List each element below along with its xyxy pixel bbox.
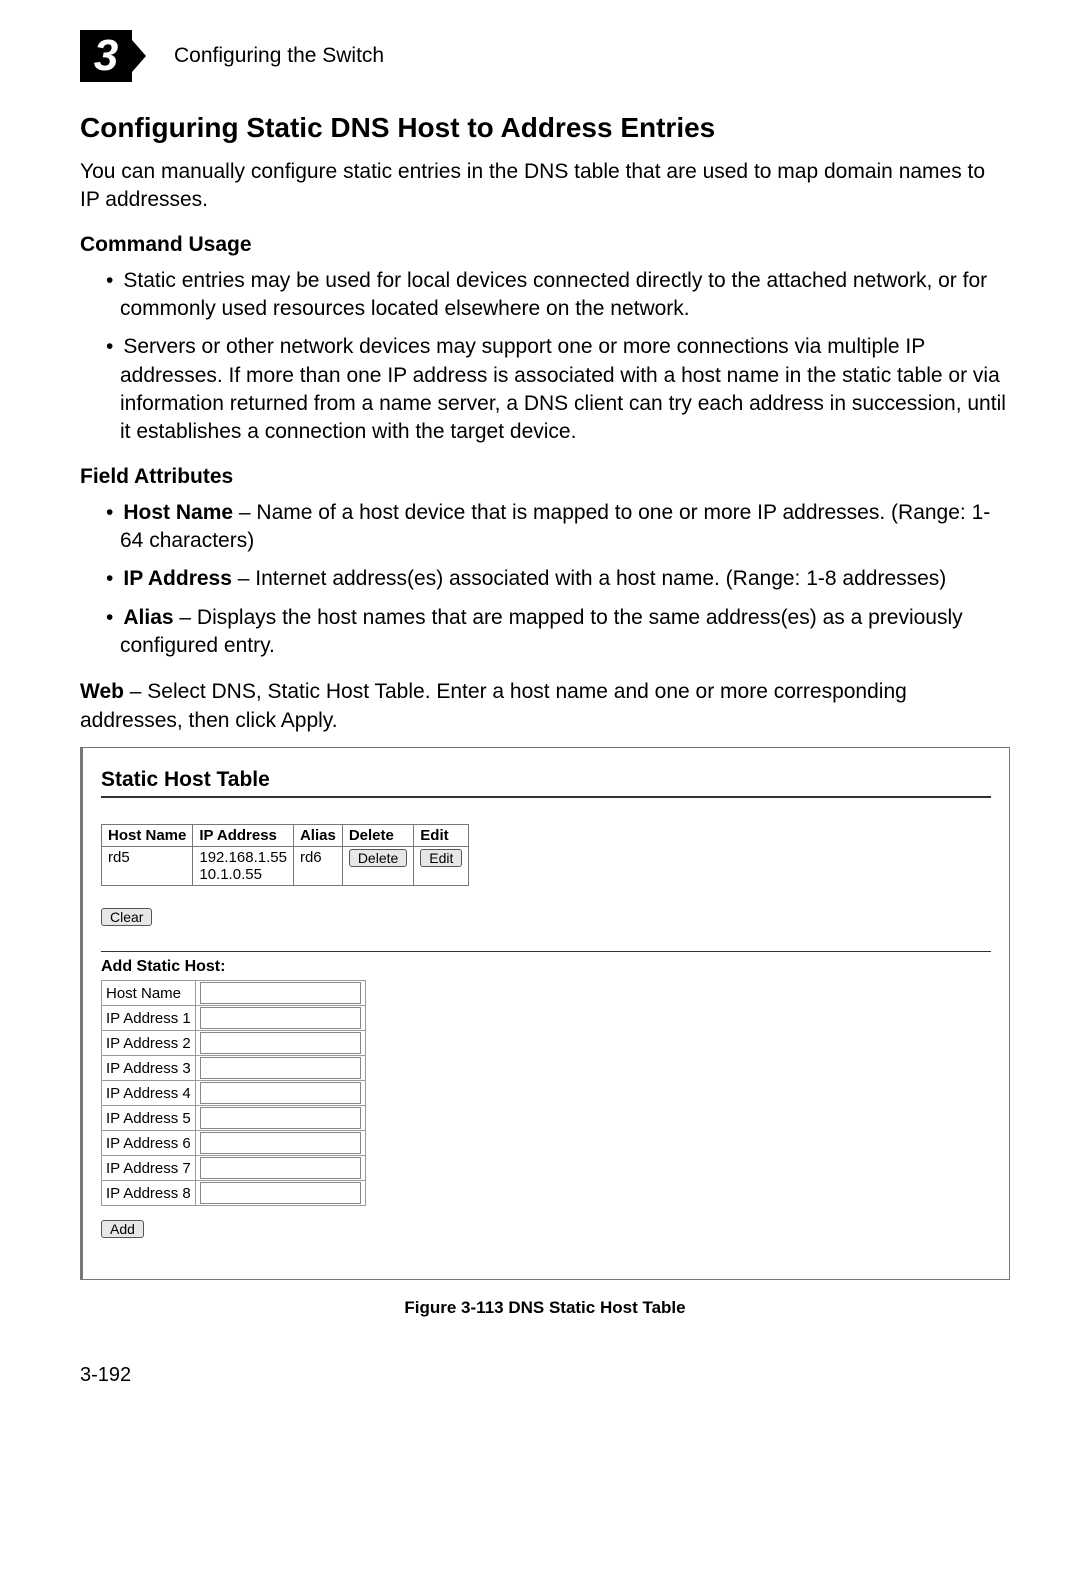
screenshot-static-host-table: Static Host Table Host Name IP Address A… <box>80 747 1010 1280</box>
figure-caption: Figure 3-113 DNS Static Host Table <box>80 1298 1010 1318</box>
ip-address-5-input[interactable] <box>200 1107 361 1129</box>
add-static-host-heading: Add Static Host: <box>101 958 991 976</box>
add-row: IP Address 2 <box>102 1031 366 1056</box>
add-row: IP Address 1 <box>102 1006 366 1031</box>
col-edit: Edit <box>414 825 469 847</box>
ip-address-2-input[interactable] <box>200 1032 361 1054</box>
table-row: rd5 192.168.1.55 10.1.0.55 rd6 Delete Ed… <box>102 847 469 886</box>
label-ip7: IP Address 7 <box>102 1156 196 1181</box>
cell-alias: rd6 <box>293 847 342 886</box>
ip-address-4-input[interactable] <box>200 1082 361 1104</box>
section-heading: Configuring Static DNS Host to Address E… <box>80 112 1010 144</box>
desc: – Name of a host device that is mapped t… <box>120 501 990 552</box>
command-usage-list: Static entries may be used for local dev… <box>80 267 1010 447</box>
chapter-number: 3 <box>94 31 118 81</box>
arrow-icon <box>132 40 146 72</box>
add-row: Host Name <box>102 981 366 1006</box>
web-instructions: Web – Select DNS, Static Host Table. Ent… <box>80 678 1010 735</box>
page-number: 3-192 <box>80 1364 1010 1387</box>
host-name-input[interactable] <box>200 982 361 1004</box>
list-item: Alias – Displays the host names that are… <box>94 604 1010 661</box>
list-item: Static entries may be used for local dev… <box>94 267 1010 324</box>
label-ip2: IP Address 2 <box>102 1031 196 1056</box>
host-table: Host Name IP Address Alias Delete Edit r… <box>101 824 469 886</box>
ip-address-1-input[interactable] <box>200 1007 361 1029</box>
add-row: IP Address 6 <box>102 1131 366 1156</box>
ip-address-8-input[interactable] <box>200 1182 361 1204</box>
col-delete: Delete <box>342 825 413 847</box>
cell-host: rd5 <box>102 847 193 886</box>
label-ip5: IP Address 5 <box>102 1106 196 1131</box>
field-attributes-heading: Field Attributes <box>80 465 1010 489</box>
page-header: 3 Configuring the Switch <box>80 30 1010 82</box>
chapter-number-icon: 3 <box>80 30 132 82</box>
cell-delete: Delete <box>342 847 413 886</box>
cell-edit: Edit <box>414 847 469 886</box>
screenshot-title: Static Host Table <box>101 768 991 792</box>
add-row: IP Address 7 <box>102 1156 366 1181</box>
col-alias: Alias <box>293 825 342 847</box>
clear-button[interactable]: Clear <box>101 908 152 926</box>
web-label: Web <box>80 680 124 703</box>
term: Alias <box>123 606 173 629</box>
label-ip3: IP Address 3 <box>102 1056 196 1081</box>
ip-address-7-input[interactable] <box>200 1157 361 1179</box>
web-text: – Select DNS, Static Host Table. Enter a… <box>80 680 907 731</box>
command-usage-heading: Command Usage <box>80 233 1010 257</box>
add-host-table: Host Name IP Address 1 IP Address 2 IP A… <box>101 980 366 1206</box>
label-host-name: Host Name <box>102 981 196 1006</box>
list-item: IP Address – Internet address(es) associ… <box>94 565 1010 593</box>
label-ip6: IP Address 6 <box>102 1131 196 1156</box>
divider <box>101 796 991 798</box>
add-button[interactable]: Add <box>101 1220 144 1238</box>
list-item: Servers or other network devices may sup… <box>94 333 1010 446</box>
add-row: IP Address 4 <box>102 1081 366 1106</box>
label-ip8: IP Address 8 <box>102 1181 196 1206</box>
chapter-title: Configuring the Switch <box>174 44 384 68</box>
divider <box>101 951 991 952</box>
desc: – Internet address(es) associated with a… <box>232 567 946 590</box>
add-row: IP Address 5 <box>102 1106 366 1131</box>
field-attributes-list: Host Name – Name of a host device that i… <box>80 499 1010 661</box>
ip-address-3-input[interactable] <box>200 1057 361 1079</box>
edit-button[interactable]: Edit <box>420 849 462 867</box>
add-row: IP Address 8 <box>102 1181 366 1206</box>
col-host-name: Host Name <box>102 825 193 847</box>
term: IP Address <box>123 567 232 590</box>
label-ip1: IP Address 1 <box>102 1006 196 1031</box>
term: Host Name <box>123 501 233 524</box>
list-item: Host Name – Name of a host device that i… <box>94 499 1010 556</box>
intro-paragraph: You can manually configure static entrie… <box>80 158 1010 215</box>
label-ip4: IP Address 4 <box>102 1081 196 1106</box>
cell-ips: 192.168.1.55 10.1.0.55 <box>193 847 294 886</box>
table-header-row: Host Name IP Address Alias Delete Edit <box>102 825 469 847</box>
col-ip-address: IP Address <box>193 825 294 847</box>
add-row: IP Address 3 <box>102 1056 366 1081</box>
delete-button[interactable]: Delete <box>349 849 407 867</box>
desc: – Displays the host names that are mappe… <box>120 606 963 657</box>
ip-address-6-input[interactable] <box>200 1132 361 1154</box>
